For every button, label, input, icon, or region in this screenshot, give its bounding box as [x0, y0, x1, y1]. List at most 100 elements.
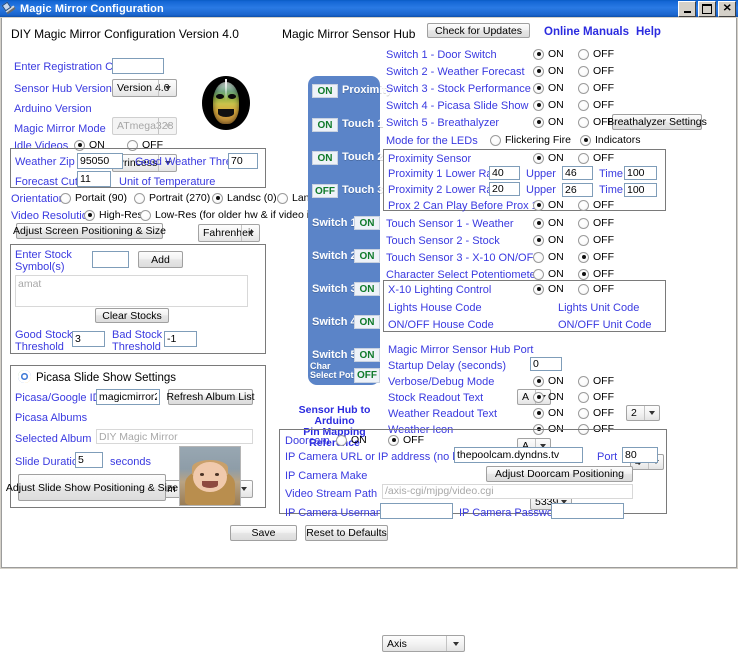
- hub-touch3-state[interactable]: OFF: [312, 184, 338, 198]
- proximity-1-time-label: Time: [599, 168, 624, 180]
- proximity-2-upper-input[interactable]: [562, 183, 593, 197]
- ip-camera-password-input[interactable]: [551, 503, 624, 519]
- touch-sensor-1-on-radio[interactable]: ON: [533, 217, 564, 229]
- switch-5-on-radio[interactable]: ON: [533, 116, 564, 128]
- adjust-doorcam-button[interactable]: Adjust Doorcam Positioning: [486, 466, 633, 482]
- touch-sensor-2-on-radio[interactable]: ON: [533, 234, 564, 246]
- radio-circle: [578, 391, 589, 403]
- stock-symbol-input[interactable]: [92, 251, 129, 268]
- touch-sensor-2-off-radio[interactable]: OFF: [578, 234, 614, 246]
- hub-switch1-state[interactable]: ON: [354, 216, 380, 230]
- refresh-album-list-button[interactable]: Refresh Album List: [166, 389, 255, 405]
- radio-circle: [578, 199, 589, 211]
- hub-touch2-state[interactable]: ON: [312, 151, 338, 165]
- add-stock-button[interactable]: Add: [138, 251, 183, 268]
- sensor-hub-version-select[interactable]: Version 4.0: [112, 79, 177, 97]
- reset-to-defaults-button[interactable]: Reset to Defaults: [305, 525, 388, 541]
- orientation-option-portrait270[interactable]: Portrait (270): [134, 192, 210, 204]
- minimize-button[interactable]: [678, 1, 696, 17]
- touch-sensor-3-off-radio[interactable]: OFF: [578, 251, 614, 263]
- off-label: OFF: [593, 48, 614, 60]
- ip-camera-username-input[interactable]: [380, 503, 453, 519]
- doorcam-on-radio[interactable]: ON: [336, 434, 367, 446]
- proximity-2-lower-input[interactable]: [489, 182, 520, 196]
- touch-sensor-3-on-radio[interactable]: ON: [533, 251, 564, 263]
- proximity-1-time-input[interactable]: [624, 166, 657, 180]
- switch-1-on-radio[interactable]: ON: [533, 48, 564, 60]
- ip-camera-make-select[interactable]: Axis: [382, 635, 465, 652]
- save-button[interactable]: Save: [230, 525, 297, 541]
- video-stream-path-value[interactable]: /axis-cgi/mjpg/video.cgi: [382, 484, 633, 499]
- switch-3-on-radio[interactable]: ON: [533, 82, 564, 94]
- bad-stock-threshold-input[interactable]: [164, 331, 197, 347]
- hub-switch5-label: Switch 5: [312, 349, 357, 361]
- proximity-1-lower-input[interactable]: [489, 166, 520, 180]
- ip-camera-url-input[interactable]: [454, 447, 583, 463]
- check-for-updates-button[interactable]: Check for Updates: [427, 23, 530, 38]
- led-mode-label: Mode for the LEDs: [386, 135, 478, 147]
- clear-stocks-button[interactable]: Clear Stocks: [95, 308, 169, 323]
- verbose-debug-off-radio[interactable]: OFF: [578, 375, 614, 387]
- switch-4-off-radio[interactable]: OFF: [578, 99, 614, 111]
- hub-proximity-state[interactable]: ON: [312, 84, 338, 98]
- x10-control-off-radio[interactable]: OFF: [578, 283, 614, 295]
- switch-2-on-radio[interactable]: ON: [533, 65, 564, 77]
- off-label: OFF: [593, 268, 614, 280]
- orientation-option-landsc0[interactable]: Landsc (0): [212, 192, 277, 204]
- good-weather-threshold-input[interactable]: [228, 153, 258, 169]
- prox2-before-prox1-off-radio[interactable]: OFF: [578, 199, 614, 211]
- slide-duration-input[interactable]: [75, 452, 103, 468]
- stock-list[interactable]: amat: [15, 275, 248, 307]
- good-stock-threshold-input[interactable]: [72, 331, 105, 347]
- maximize-button[interactable]: [698, 1, 716, 17]
- switch-4-on-radio[interactable]: ON: [533, 99, 564, 111]
- hub-switch2-state[interactable]: ON: [354, 249, 380, 263]
- adjust-screen-button[interactable]: Adjust Screen Positioning & Size: [13, 223, 166, 239]
- help-link[interactable]: Help: [636, 26, 661, 38]
- prox2-before-prox1-on-radio[interactable]: ON: [533, 199, 564, 211]
- character-select-pot-off-radio[interactable]: OFF: [578, 268, 614, 280]
- switch-2-off-radio[interactable]: OFF: [578, 65, 614, 77]
- led-mode-flickering-radio[interactable]: Flickering Fire: [490, 134, 571, 146]
- hub-switch4-state[interactable]: ON: [354, 315, 380, 329]
- hub-switch3-state[interactable]: ON: [354, 282, 380, 296]
- proximity-1-upper-input[interactable]: [562, 166, 593, 180]
- led-mode-indicators-radio[interactable]: Indicators: [580, 134, 641, 146]
- radio-circle: [533, 234, 544, 246]
- weather-readout-on-radio[interactable]: ON: [533, 407, 564, 419]
- orientation-option-portrait90[interactable]: Portait (90): [60, 192, 127, 204]
- video-resolution-high[interactable]: High-Res: [84, 209, 143, 221]
- ip-camera-port-input[interactable]: [622, 447, 658, 463]
- switch-5-label: Switch 5 - Breathalyzer: [386, 117, 500, 129]
- weather-readout-off-radio[interactable]: OFF: [578, 407, 614, 419]
- startup-delay-input[interactable]: [530, 357, 562, 371]
- doorcam-off-radio[interactable]: OFF: [388, 434, 424, 446]
- adjust-slide-show-button[interactable]: Adjust Slide Show Positioning & Size: [6, 474, 178, 501]
- close-button[interactable]: ✕: [718, 1, 736, 17]
- switch-3-off-radio[interactable]: OFF: [578, 82, 614, 94]
- x10-control-on-radio[interactable]: ON: [533, 283, 564, 295]
- character-select-pot-on-radio[interactable]: ON: [533, 268, 564, 280]
- radio-circle: [578, 217, 589, 229]
- picasa-id-input[interactable]: [96, 389, 160, 405]
- hub-switch5-state[interactable]: ON: [354, 348, 380, 362]
- verbose-debug-on-radio[interactable]: ON: [533, 375, 564, 387]
- online-manuals-link[interactable]: Online Manuals: [544, 26, 629, 38]
- good-stock-line2: Threshold: [15, 341, 64, 353]
- hub-touch1-state[interactable]: ON: [312, 118, 338, 132]
- stock-readout-off-radio[interactable]: OFF: [578, 391, 614, 403]
- switch-2-label: Switch 2 - Weather Forecast: [386, 66, 525, 78]
- touch-sensor-1-off-radio[interactable]: OFF: [578, 217, 614, 229]
- hub-char-select-pot-state[interactable]: OFF: [354, 368, 380, 383]
- proximity-2-time-input[interactable]: [624, 183, 657, 197]
- breathalyzer-settings-button[interactable]: Breathalyzer Settings: [607, 114, 707, 130]
- unit-of-temperature-select[interactable]: Fahrenheit: [198, 224, 260, 242]
- lights-unit-code-select[interactable]: 2: [626, 405, 660, 421]
- proximity-sensor-off-radio[interactable]: OFF: [578, 152, 614, 164]
- switch-1-off-radio[interactable]: OFF: [578, 48, 614, 60]
- proximity-sensor-on-radio[interactable]: ON: [533, 152, 564, 164]
- weather-zip-input[interactable]: [77, 153, 123, 169]
- registration-code-input[interactable]: [112, 58, 164, 74]
- forecast-cutoff-input[interactable]: [77, 171, 111, 187]
- stock-readout-on-radio[interactable]: ON: [533, 391, 564, 403]
